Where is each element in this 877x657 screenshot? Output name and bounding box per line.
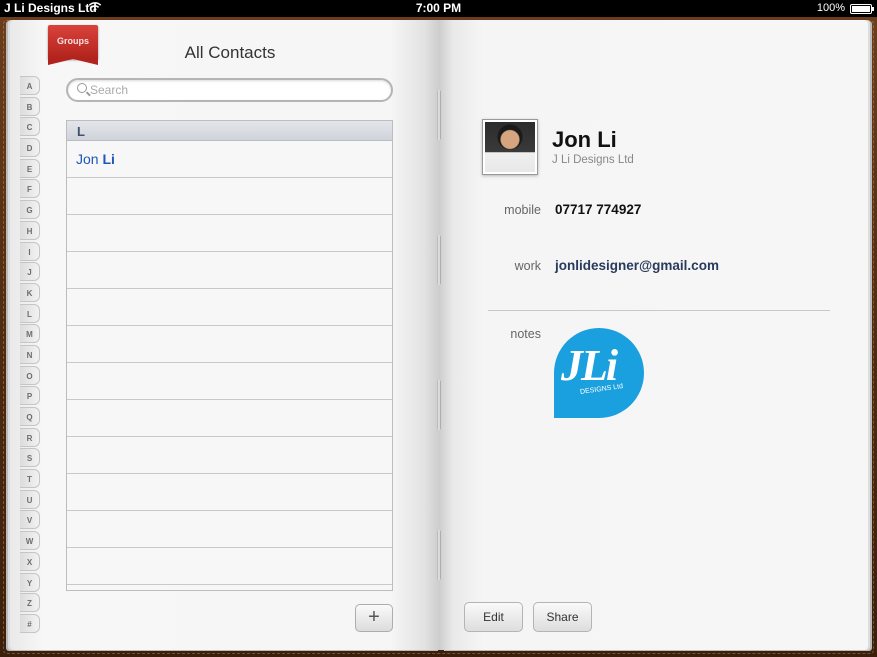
clock: 7:00 PM: [415, 1, 462, 15]
index-tab[interactable]: F: [20, 179, 40, 199]
mobile-value[interactable]: 07717 774927: [555, 202, 641, 217]
battery-percentage: 100%: [816, 2, 845, 14]
empty-row: [67, 548, 392, 585]
battery-icon: [850, 4, 874, 14]
index-tab[interactable]: K: [20, 282, 40, 302]
contact-row[interactable]: Jon Li: [67, 141, 392, 178]
empty-row: [67, 437, 392, 474]
index-tab[interactable]: S: [20, 448, 40, 468]
work-label: work: [514, 259, 541, 273]
index-tab[interactable]: X: [20, 551, 40, 571]
empty-row: [67, 474, 392, 511]
index-tab[interactable]: O: [20, 365, 40, 385]
edit-button[interactable]: Edit: [464, 602, 523, 632]
contact-first-name: Jon: [76, 151, 99, 167]
index-tab[interactable]: B: [20, 96, 40, 116]
index-tab[interactable]: P: [20, 386, 40, 406]
index-tab[interactable]: Q: [20, 407, 40, 426]
page-title: All Contacts: [184, 43, 276, 62]
index-tab[interactable]: U: [20, 489, 40, 509]
jli-designs-logo: JLi DESIGNS Ltd: [554, 328, 644, 418]
search-input[interactable]: [90, 82, 380, 98]
empty-row: [67, 178, 392, 215]
contact-name: Jon Li: [552, 127, 617, 152]
add-contact-button[interactable]: +: [355, 604, 393, 632]
index-tab[interactable]: R: [20, 427, 40, 447]
index-tab[interactable]: L: [20, 303, 40, 323]
binder-ring: [437, 235, 441, 285]
contact-company: J Li Designs Ltd: [552, 154, 634, 166]
index-tab[interactable]: I: [20, 241, 40, 261]
index-tab[interactable]: C: [20, 117, 40, 137]
binder-ring: [437, 380, 441, 430]
logo-text: JLi: [561, 341, 618, 390]
empty-row: [67, 400, 392, 437]
index-tab[interactable]: H: [20, 220, 40, 240]
empty-row: [67, 289, 392, 326]
empty-row: [67, 215, 392, 252]
empty-row: [67, 326, 392, 363]
index-tab[interactable]: J: [20, 262, 40, 282]
index-tab[interactable]: Z: [20, 593, 40, 613]
index-tab[interactable]: E: [20, 158, 40, 178]
work-email-value[interactable]: jonlidesigner@gmail.com: [555, 258, 719, 273]
share-button[interactable]: Share: [533, 602, 592, 632]
index-tab[interactable]: D: [20, 138, 40, 158]
avatar: [485, 122, 535, 172]
index-tab[interactable]: W: [20, 531, 40, 551]
section-header: L: [67, 121, 392, 141]
status-bar: J Li Designs Ltd 7:00 PM 100%: [0, 0, 877, 17]
index-tab[interactable]: N: [20, 344, 40, 364]
search-icon: [77, 83, 87, 93]
contact-last-name: Li: [102, 151, 115, 167]
index-tab[interactable]: A: [20, 76, 40, 95]
index-tab[interactable]: T: [20, 469, 40, 489]
contact-list: L Jon Li: [66, 120, 393, 591]
mobile-label: mobile: [504, 203, 541, 217]
index-tab[interactable]: V: [20, 510, 40, 530]
index-tab[interactable]: G: [20, 200, 40, 220]
groups-button[interactable]: Groups: [48, 25, 98, 65]
divider: [488, 310, 830, 311]
binder-ring: [437, 90, 441, 140]
empty-row: [67, 511, 392, 548]
empty-row: [67, 252, 392, 289]
contact-photo[interactable]: [482, 119, 538, 175]
index-tab[interactable]: #: [20, 613, 40, 633]
search-bar[interactable]: [66, 78, 393, 102]
index-tab[interactable]: M: [20, 324, 40, 344]
binder-ring: [437, 530, 441, 580]
empty-row: [67, 363, 392, 400]
notes-label: notes: [510, 327, 541, 341]
alphabet-index: A B C D E F G H I J K L M N O P Q R S T U V W X Y Z #: [20, 76, 42, 635]
index-tab[interactable]: Y: [20, 572, 40, 592]
